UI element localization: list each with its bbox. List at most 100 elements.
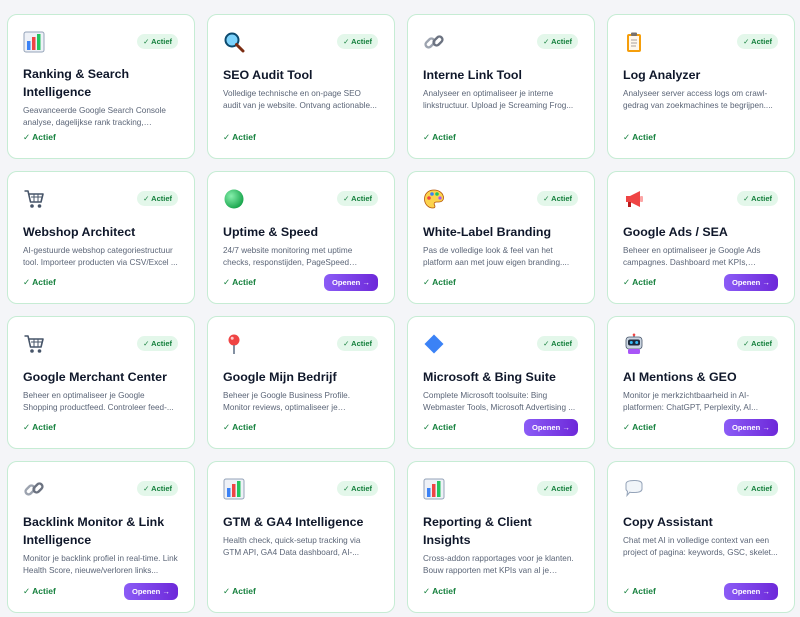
- card-description: AI-gestuurde webshop categoriestructuur …: [23, 246, 178, 267]
- card-title: AI Mentions & GEO: [623, 370, 737, 384]
- status-badge: ✓ Actief: [537, 336, 578, 351]
- card-description: Volledige technische en on-page SEO audi…: [223, 89, 377, 110]
- addon-card[interactable]: ✓ Actief Log Analyzer Analyseer server acc…: [607, 14, 795, 159]
- addon-card[interactable]: ✓ Actief Google Merchant Center Beheer en …: [7, 316, 195, 449]
- active-status: ✓ Actief: [423, 276, 456, 287]
- card-description: Cross-addon rapportages voor je klanten.…: [423, 554, 574, 575]
- addon-card[interactable]: ✓ Actief Interne Link Tool Analyseer en op…: [407, 14, 595, 159]
- addon-card[interactable]: ✓ Actief AI Mentions & GEO Monitor je merk…: [607, 316, 795, 449]
- card-footer: ✓ Actief: [423, 273, 578, 291]
- magnifier-icon: [223, 31, 245, 53]
- active-status: ✓ Actief: [223, 276, 256, 287]
- card-header: ✓ Actief: [23, 31, 178, 56]
- card-title: Interne Link Tool: [423, 68, 522, 82]
- card-title: Ranking & Search Intelligence: [23, 67, 130, 100]
- robot-icon: [623, 333, 645, 355]
- status-badge: ✓ Actief: [537, 34, 578, 49]
- addon-card[interactable]: ✓ Actief Google Mijn Bedrijf Beheer je Goo…: [207, 316, 395, 449]
- addon-card[interactable]: ✓ Actief Microsoft & Bing Suite Complete M…: [407, 316, 595, 449]
- card-description: Chat met AI in volledige context van een…: [623, 536, 778, 557]
- bar-chart-icon: [23, 31, 45, 53]
- card-header: ✓ Actief: [223, 333, 378, 359]
- card-description: Complete Microsoft toolsuite: Bing Webma…: [423, 391, 576, 412]
- card-footer: ✓ Actief Openen →: [623, 582, 778, 600]
- card-header: ✓ Actief: [623, 333, 778, 359]
- card-footer: ✓ Actief: [23, 418, 178, 436]
- card-footer: ✓ Actief: [223, 128, 378, 146]
- card-description: Health check, quick-setup tracking via G…: [223, 536, 361, 557]
- card-footer: ✓ Actief Openen →: [23, 582, 178, 600]
- active-status: ✓ Actief: [23, 276, 56, 287]
- card-title: Google Ads / SEA: [623, 225, 728, 239]
- card-title: Microsoft & Bing Suite: [423, 370, 556, 384]
- addon-card[interactable]: ✓ Actief Reporting & Client Insights Cross…: [407, 461, 595, 613]
- shopping-cart-icon: [23, 333, 45, 355]
- card-header: ✓ Actief: [23, 478, 178, 504]
- addon-grid: ✓ Actief Ranking & Search Intelligence Gea…: [7, 14, 795, 613]
- card-description: Monitor je merkzichtbaarheid in AI-platf…: [623, 391, 758, 412]
- active-status: ✓ Actief: [223, 421, 256, 432]
- status-badge: ✓ Actief: [337, 336, 378, 351]
- open-button[interactable]: Openen →: [524, 418, 578, 436]
- card-footer: ✓ Actief Openen →: [223, 273, 378, 291]
- addon-card[interactable]: ✓ Actief Ranking & Search Intelligence Gea…: [7, 14, 195, 159]
- link-icon: [423, 31, 445, 53]
- addon-card[interactable]: ✓ Actief Google Ads / SEA Beheer en optima…: [607, 171, 795, 304]
- card-footer: ✓ Actief: [223, 582, 378, 600]
- megaphone-icon: [623, 188, 645, 210]
- card-footer: ✓ Actief: [623, 128, 778, 146]
- active-status: ✓ Actief: [23, 585, 56, 596]
- open-button[interactable]: Openen →: [324, 273, 378, 291]
- active-status: ✓ Actief: [223, 131, 256, 142]
- card-header: ✓ Actief: [223, 31, 378, 57]
- addon-card[interactable]: ✓ Actief Webshop Architect AI-gestuurde we…: [7, 171, 195, 304]
- card-title: Webshop Architect: [23, 225, 136, 239]
- speech-bubble-icon: [623, 478, 645, 500]
- status-badge: ✓ Actief: [737, 34, 778, 49]
- bar-chart-icon: [223, 478, 245, 500]
- active-status: ✓ Actief: [423, 421, 456, 432]
- status-badge: ✓ Actief: [537, 191, 578, 206]
- addon-card[interactable]: ✓ Actief GTM & GA4 Intelligence Health che…: [207, 461, 395, 613]
- status-badge: ✓ Actief: [137, 191, 178, 206]
- card-description: Geavanceerde Google Search Console analy…: [23, 106, 166, 127]
- card-description: Analyseer en optimaliseer je interne lin…: [423, 89, 574, 110]
- card-title: GTM & GA4 Intelligence: [223, 515, 364, 529]
- active-status: ✓ Actief: [423, 131, 456, 142]
- clipboard-icon: [623, 31, 645, 53]
- card-description: Beheer en optimaliseer je Google Shoppin…: [23, 391, 174, 412]
- active-status: ✓ Actief: [223, 585, 256, 596]
- card-footer: ✓ Actief: [223, 418, 378, 436]
- open-button[interactable]: Openen →: [724, 582, 778, 600]
- active-status: ✓ Actief: [23, 131, 56, 142]
- card-footer: ✓ Actief: [423, 582, 578, 600]
- card-header: ✓ Actief: [423, 478, 578, 504]
- open-button[interactable]: Openen →: [124, 582, 178, 600]
- addon-card[interactable]: ✓ Actief SEO Audit Tool Volledige technisc…: [207, 14, 395, 159]
- blue-diamond-icon: [423, 333, 445, 355]
- addon-card[interactable]: ✓ Actief Backlink Monitor & Link Intellig…: [7, 461, 195, 613]
- card-header: ✓ Actief: [23, 333, 178, 359]
- active-status: ✓ Actief: [623, 421, 656, 432]
- card-description: Beheer je Google Business Profile. Monit…: [223, 391, 350, 412]
- status-badge: ✓ Actief: [737, 191, 778, 206]
- card-header: ✓ Actief: [423, 188, 578, 214]
- status-badge: ✓ Actief: [337, 481, 378, 496]
- card-title: Log Analyzer: [623, 68, 701, 82]
- addon-card[interactable]: ✓ Actief White-Label Branding Pas de volle…: [407, 171, 595, 304]
- card-header: ✓ Actief: [223, 188, 378, 214]
- active-status: ✓ Actief: [623, 276, 656, 287]
- bar-chart-icon: [423, 478, 445, 500]
- open-button[interactable]: Openen →: [724, 273, 778, 291]
- open-button[interactable]: Openen →: [724, 418, 778, 436]
- card-title: Google Mijn Bedrijf: [223, 370, 337, 384]
- map-pin-icon: [223, 333, 245, 355]
- card-description: Monitor je backlink profiel in real-time…: [23, 554, 178, 575]
- active-status: ✓ Actief: [623, 131, 656, 142]
- card-footer: ✓ Actief Openen →: [623, 273, 778, 291]
- card-footer: ✓ Actief: [423, 128, 578, 146]
- card-description: Beheer en optimaliseer je Google Ads cam…: [623, 246, 761, 267]
- addon-card[interactable]: ✓ Actief Uptime & Speed 24/7 website monit…: [207, 171, 395, 304]
- status-badge: ✓ Actief: [337, 191, 378, 206]
- addon-card[interactable]: ✓ Actief Copy Assistant Chat met AI in vol…: [607, 461, 795, 613]
